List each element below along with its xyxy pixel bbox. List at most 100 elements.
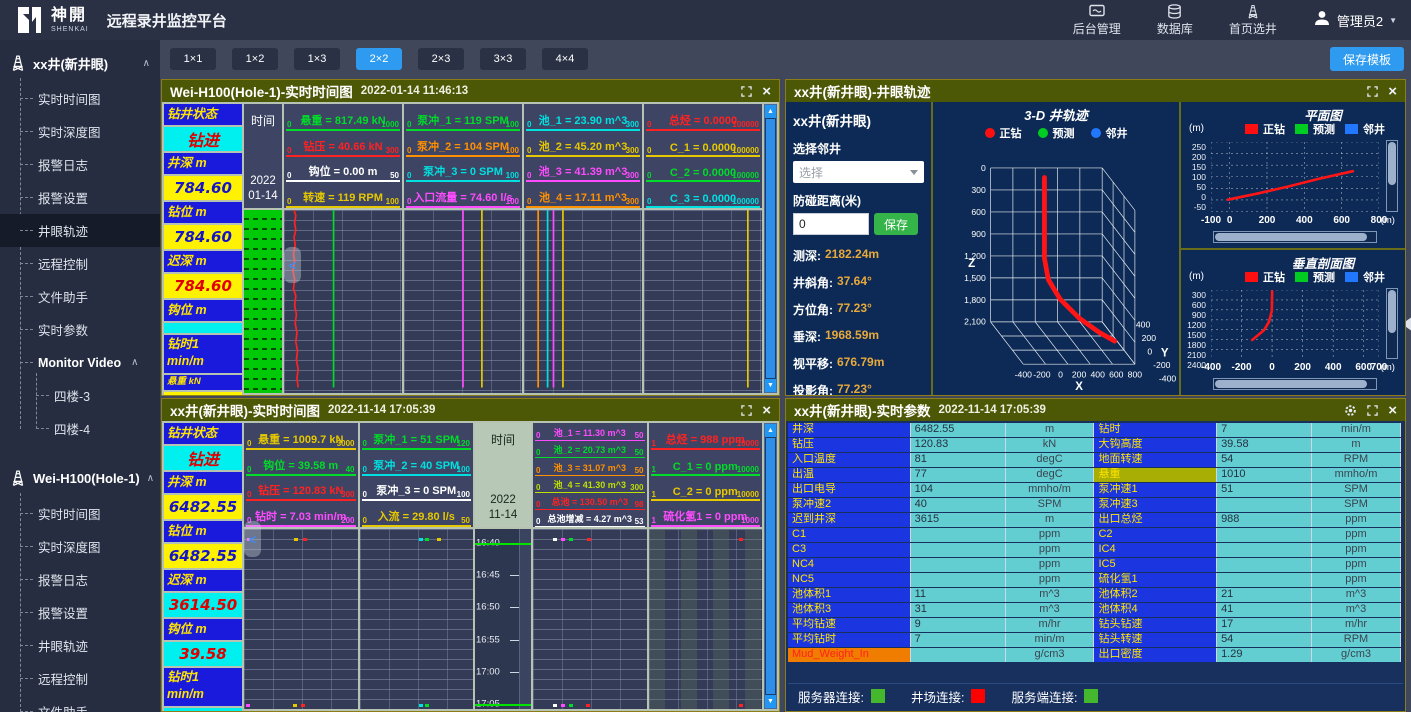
scrollbar-thumb[interactable]: [1388, 290, 1396, 333]
nav-item-database[interactable]: 数据库: [1157, 4, 1193, 37]
vertical-scrollbar[interactable]: [1386, 288, 1398, 360]
shenkai-logo-icon: [14, 5, 44, 35]
table-row: 泵冲速240SPM泵冲速3SPM: [788, 498, 1401, 512]
expand-icon[interactable]: [741, 86, 752, 97]
scrollbar-thumb[interactable]: [766, 438, 775, 694]
well-node-1[interactable]: Wei-H100(Hole-1)∧: [0, 459, 160, 497]
curve-max: 100: [506, 146, 519, 155]
layout-button-1x3[interactable]: 1×3: [294, 48, 340, 70]
sidebar-item[interactable]: 实时参数: [0, 313, 160, 346]
save-button[interactable]: 保存: [874, 213, 918, 235]
curve-header: 1总烃 = 988 ppm10000: [651, 424, 761, 450]
curve-header: 1C_2 = 0 ppm10000: [651, 476, 761, 502]
param-value-cell: [1217, 573, 1312, 587]
curve-min: 0: [363, 439, 367, 448]
panel-actions: ×: [1344, 403, 1397, 418]
scroll-down-button[interactable]: ▼: [765, 695, 776, 708]
neighbor-well-select[interactable]: 选择: [793, 161, 924, 183]
time-marker-line: [475, 543, 531, 545]
sidebar-item[interactable]: 报警日志: [0, 563, 160, 596]
status-indicator: [971, 689, 985, 703]
param-label: 钻位 m: [164, 521, 242, 542]
sidebar-item[interactable]: 井眼轨迹: [0, 629, 160, 662]
curve-min: 0: [247, 439, 251, 448]
layout-button-2x2[interactable]: 2×2: [356, 48, 402, 70]
curve-label: 池_4 = 41.30 m^3: [553, 478, 626, 491]
horizontal-scrollbar[interactable]: [1213, 378, 1377, 390]
curve-header: 0钻时 = 7.03 min/m200: [246, 501, 356, 527]
nav-item-derrick[interactable]: 首页选井: [1229, 4, 1277, 37]
vertical-scrollbar[interactable]: [1386, 140, 1398, 212]
sidebar-subitem[interactable]: 四楼-4: [16, 412, 160, 445]
sidebar-item[interactable]: 实时深度图: [0, 115, 160, 148]
sidebar-item-label: 井眼轨迹: [38, 636, 88, 655]
save-template-button[interactable]: 保存模板: [1330, 47, 1404, 71]
sidebar-item[interactable]: 文件助手: [0, 280, 160, 313]
panel-scrollbar[interactable]: ▲▼: [764, 423, 777, 709]
tree-dash: [20, 645, 33, 646]
layout-button-2x3[interactable]: 2×3: [418, 48, 464, 70]
scroll-down-button[interactable]: ▼: [765, 379, 776, 392]
expand-icon[interactable]: [1367, 86, 1378, 97]
data-dot: [739, 538, 743, 541]
close-icon[interactable]: ×: [1388, 84, 1397, 99]
chart-body: [524, 210, 642, 393]
gear-icon[interactable]: [1344, 404, 1357, 417]
sidebar-item[interactable]: 远程控制: [0, 247, 160, 280]
curve-min: 0: [363, 490, 367, 499]
panel-scrollbar[interactable]: ▲▼: [764, 104, 777, 393]
sidebar-item[interactable]: 文件助手: [0, 695, 160, 712]
close-icon[interactable]: ×: [762, 84, 771, 99]
data-dot: [587, 538, 591, 541]
scrollbar-thumb[interactable]: [766, 119, 775, 378]
param-name-cell: 钻时: [1094, 423, 1217, 437]
sidebar-item[interactable]: 报警日志: [0, 148, 160, 181]
sidebar-item[interactable]: 报警设置: [0, 181, 160, 214]
sidebar-item[interactable]: 远程控制: [0, 662, 160, 695]
svg-text:-400: -400: [1159, 374, 1176, 384]
caret-down-icon: ▼: [1389, 16, 1397, 25]
sidebar-item[interactable]: 实时深度图: [0, 530, 160, 563]
collapse-handle[interactable]: <: [284, 247, 301, 283]
curve-headers: 0总烃 = 0.00001000000C_1 = 0.00001000000C_…: [644, 104, 762, 208]
expand-icon[interactable]: [1367, 405, 1378, 416]
layout-button-1x2[interactable]: 1×2: [232, 48, 278, 70]
sidebar-item[interactable]: Monitor Video∧: [0, 346, 160, 379]
close-icon[interactable]: ×: [1388, 403, 1397, 418]
scrollbar-thumb[interactable]: [1215, 380, 1367, 388]
svg-text:600: 600: [1109, 370, 1124, 380]
stat-value: 37.64°: [837, 274, 872, 291]
expand-icon[interactable]: [741, 405, 752, 416]
scroll-up-button[interactable]: ▲: [765, 424, 776, 437]
sidebar-subitem[interactable]: 四楼-3: [16, 379, 160, 412]
layout-button-4x4[interactable]: 4×4: [542, 48, 588, 70]
user-menu[interactable]: 管理员2 ▼: [1313, 9, 1397, 32]
trajectory-3d-chart: 03006009001,2001,5001,8002,100Z-400-2000…: [934, 141, 1178, 395]
scrollbar-thumb[interactable]: [1388, 142, 1396, 185]
curve-min: 0: [287, 197, 291, 206]
sidebar-item[interactable]: 实时时间图: [0, 82, 160, 115]
close-icon[interactable]: ×: [762, 403, 771, 418]
param-name-cell: 钻头转速: [1094, 633, 1217, 647]
layout-button-1x1[interactable]: 1×1: [170, 48, 216, 70]
scrollbar-thumb[interactable]: [1215, 233, 1367, 241]
well-node-0[interactable]: xx井(新井眼)∧: [0, 44, 160, 82]
curve-header: 0泵冲_3 = 0 SPM100: [406, 157, 520, 183]
nav-item-backstage[interactable]: 后台管理: [1073, 4, 1121, 37]
time-tick-mark: [510, 575, 519, 576]
curve-label: 总烃 = 0.0000: [669, 112, 737, 128]
realtime-time-chart-panel-2: xx井(新井眼)-实时时间图2022-11-14 17:05:39×钻井状态钻进…: [161, 398, 780, 712]
param-label: 井深 m: [164, 472, 242, 493]
horizontal-scrollbar[interactable]: [1213, 231, 1377, 243]
collision-distance-input[interactable]: [793, 213, 869, 235]
sidebar-item[interactable]: 井眼轨迹: [0, 214, 160, 247]
collapse-handle[interactable]: <: [244, 521, 261, 557]
tree-dash: [36, 428, 49, 429]
svg-text:300: 300: [971, 185, 986, 195]
y-tick: 1800: [1187, 340, 1206, 350]
svg-text:X: X: [1075, 381, 1083, 393]
scroll-up-button[interactable]: ▲: [765, 105, 776, 118]
layout-button-3x3[interactable]: 3×3: [480, 48, 526, 70]
sidebar-item[interactable]: 报警设置: [0, 596, 160, 629]
sidebar-item[interactable]: 实时时间图: [0, 497, 160, 530]
